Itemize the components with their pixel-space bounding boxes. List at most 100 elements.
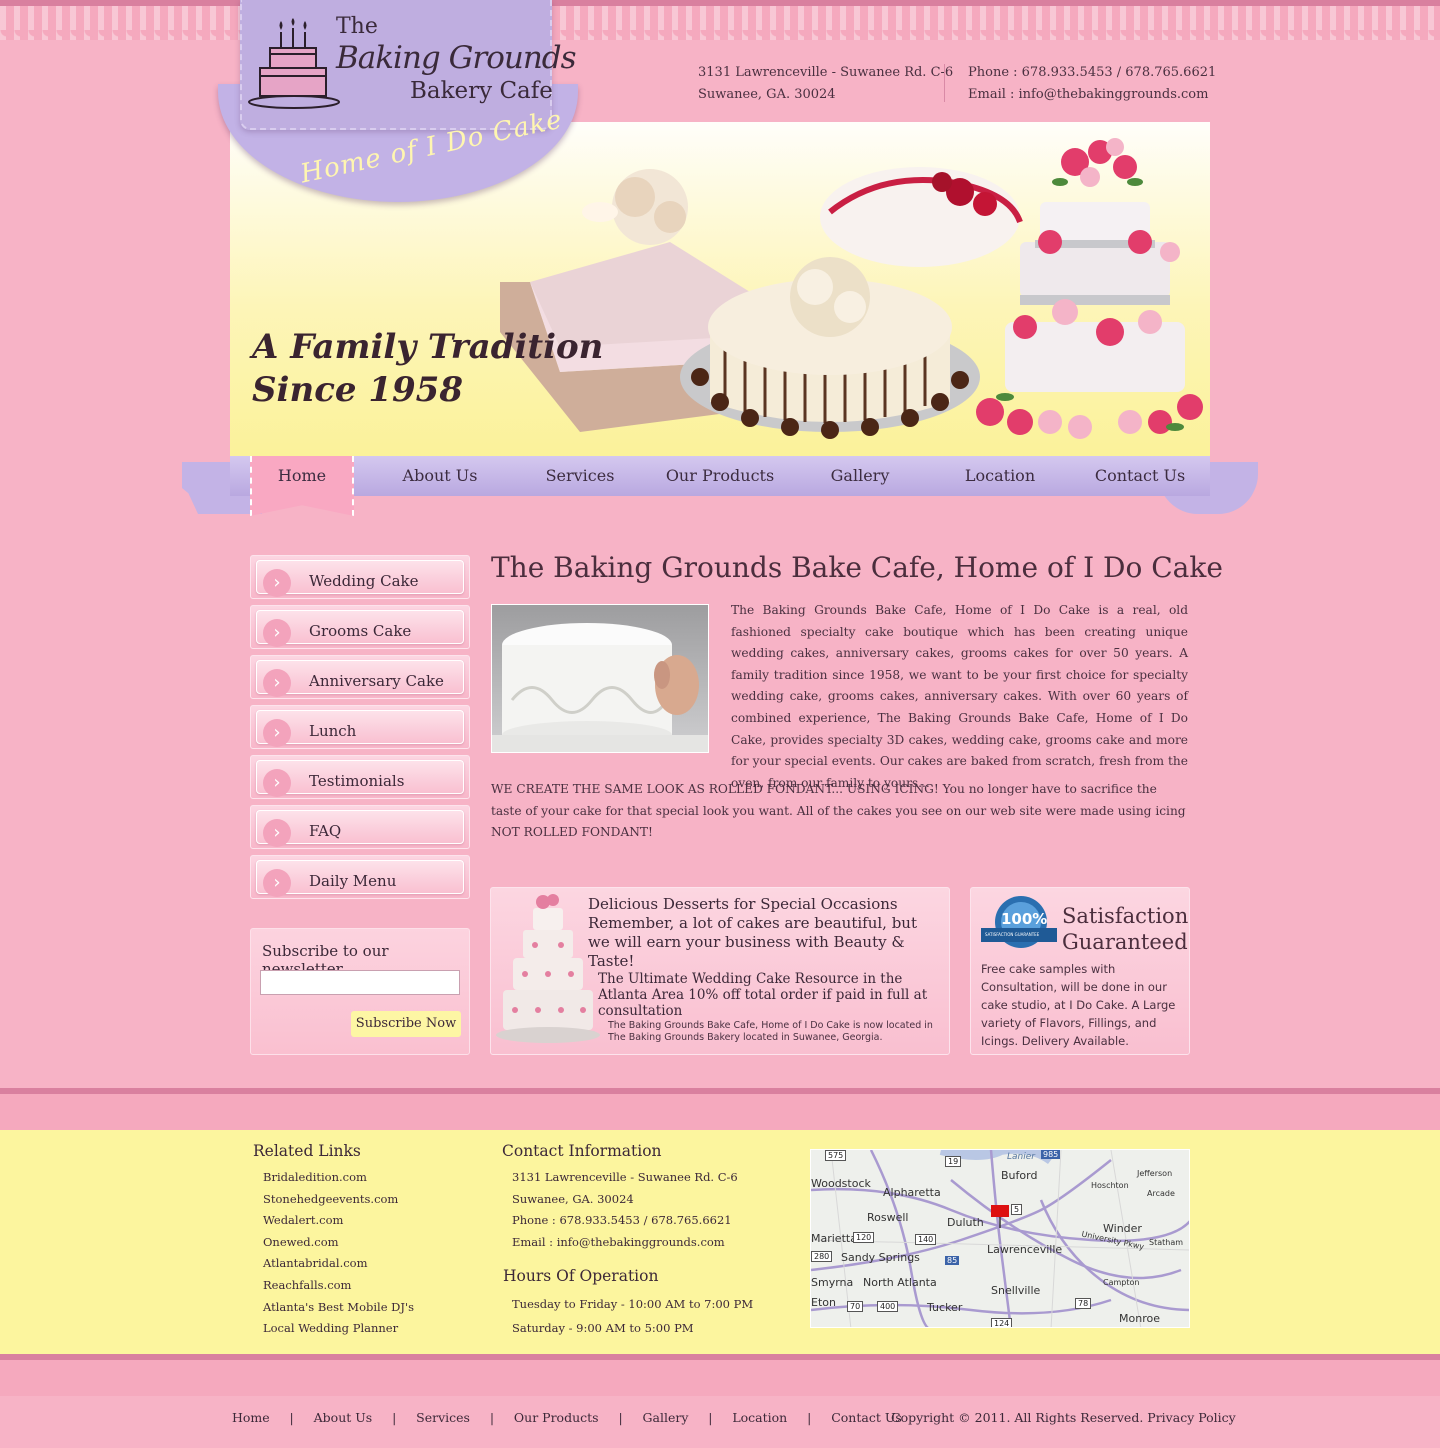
- contact-info-list: 3131 Lawrenceville - Suwanee Rd. C-6 Suw…: [512, 1167, 738, 1253]
- nav-our-products[interactable]: Our Products: [650, 456, 790, 496]
- cake-logo-icon: [248, 18, 340, 109]
- bottom-nav-separator: |: [372, 1410, 417, 1425]
- sidebar-item-testimonials[interactable]: › Testimonials: [250, 755, 470, 799]
- sidebar-item-faq[interactable]: › FAQ: [250, 805, 470, 849]
- header-address-line2: Suwanee, GA. 30024: [698, 87, 836, 102]
- header-phone: Phone : 678.933.5453 / 678.765.6621: [968, 65, 1217, 80]
- nav-gallery[interactable]: Gallery: [790, 456, 930, 496]
- header-email[interactable]: Email : info@thebakinggrounds.com: [968, 84, 1216, 106]
- hours-title: Hours Of Operation: [503, 1267, 659, 1285]
- sidebar-item-label: Anniversary Cake: [309, 672, 444, 690]
- related-link[interactable]: Bridaledition.com: [263, 1167, 414, 1189]
- contact-email[interactable]: Email : info@thebakinggrounds.com: [512, 1232, 738, 1254]
- chevron-right-icon: ›: [263, 769, 291, 797]
- page-title: The Baking Grounds Bake Cafe, Home of I …: [491, 551, 1223, 584]
- nav-services[interactable]: Services: [510, 456, 650, 496]
- main-nav: Home About Us Services Our Products Gall…: [230, 456, 1210, 516]
- road-shield-icon: 85: [945, 1256, 960, 1265]
- sidebar-item-grooms-cake[interactable]: › Grooms Cake: [250, 605, 470, 649]
- newsletter-email-input[interactable]: [260, 970, 460, 995]
- cake-decorating-photo: [491, 604, 709, 753]
- hours-weekday: Tuesday to Friday - 10:00 AM to 7:00 PM: [512, 1297, 754, 1311]
- contact-info-title: Contact Information: [502, 1142, 662, 1160]
- promo-offer: The Ultimate Wedding Cake Resource in th…: [598, 971, 928, 1019]
- bottom-nav-home[interactable]: Home: [232, 1410, 270, 1425]
- footer-lace-border: [0, 1088, 1440, 1139]
- bottom-nav-separator: |: [598, 1410, 643, 1425]
- header-address-line1: 3131 Lawrenceville - Suwanee Rd. C-6: [698, 65, 954, 80]
- header-divider: [944, 64, 945, 102]
- hours-list: Tuesday to Friday - 10:00 AM to 7:00 PM …: [512, 1292, 753, 1340]
- sidebar-item-lunch[interactable]: › Lunch: [250, 705, 470, 749]
- related-link[interactable]: Reachfalls.com: [263, 1275, 414, 1297]
- sidebar-item-label: Lunch: [309, 722, 357, 740]
- nav-about-us[interactable]: About Us: [370, 456, 510, 496]
- bottom-nav-services[interactable]: Services: [416, 1410, 470, 1425]
- promo-heading: Delicious Desserts for Special Occasions…: [588, 895, 917, 970]
- road-shield-icon: 140: [915, 1234, 937, 1245]
- bottom-nav-separator: |: [787, 1410, 832, 1425]
- related-link[interactable]: Local Wedding Planner: [263, 1318, 414, 1340]
- copyright: Copyright © 2011. All Rights Reserved. P…: [891, 1410, 1236, 1425]
- road-shield-icon: 78: [1075, 1298, 1092, 1309]
- bottom-nav-about-us[interactable]: About Us: [314, 1410, 373, 1425]
- promo-note: The Baking Grounds Bake Cafe, Home of I …: [608, 1020, 933, 1043]
- logo-bakery-cafe-text: Bakery Cafe: [410, 78, 553, 104]
- road-shield-icon: 19: [945, 1156, 962, 1167]
- contact-address-line2: Suwanee, GA. 30024: [512, 1191, 634, 1206]
- header-address: 3131 Lawrenceville - Suwanee Rd. C-6 Suw…: [698, 62, 953, 106]
- chevron-right-icon: ›: [263, 819, 291, 847]
- contact-phone: Phone : 678.933.5453 / 678.765.6621: [512, 1213, 732, 1228]
- bottom-nav-our-products[interactable]: Our Products: [514, 1410, 599, 1425]
- logo-the-text: The: [336, 14, 378, 39]
- road-shield-icon: 985: [1041, 1150, 1061, 1159]
- road-shield-icon: 124: [991, 1318, 1013, 1327]
- intro-paragraph: The Baking Grounds Bake Cafe, Home of I …: [731, 603, 1188, 790]
- road-shield-icon: 280: [811, 1251, 833, 1262]
- guarantee-text: Free cake samples with Consultation, wil…: [981, 962, 1176, 1048]
- chevron-right-icon: ›: [263, 869, 291, 897]
- banner-slogan: A Family Tradition Since 1958: [252, 326, 603, 412]
- related-link[interactable]: Onewed.com: [263, 1232, 414, 1254]
- chevron-right-icon: ›: [263, 669, 291, 697]
- top-lace-border: [0, 0, 1440, 40]
- sidebar-item-wedding-cake[interactable]: › Wedding Cake: [250, 555, 470, 599]
- desserts-promo-box: Delicious Desserts for Special Occasions…: [490, 887, 950, 1055]
- chevron-right-icon: ›: [263, 569, 291, 597]
- chevron-right-icon: ›: [263, 719, 291, 747]
- badge-percent-text: 100%: [1001, 910, 1048, 928]
- copyright-text: Copyright © 2011. All Rights Reserved.: [891, 1410, 1144, 1425]
- sidebar-item-anniversary-cake[interactable]: › Anniversary Cake: [250, 655, 470, 699]
- nav-contact-us[interactable]: Contact Us: [1070, 456, 1210, 496]
- bottom-lace-border: [0, 1354, 1440, 1396]
- bottom-nav-location[interactable]: Location: [732, 1410, 787, 1425]
- related-link[interactable]: Atlanta's Best Mobile DJ's: [263, 1297, 414, 1319]
- privacy-policy-link[interactable]: Privacy Policy: [1147, 1410, 1235, 1425]
- nav-home[interactable]: Home: [250, 456, 354, 516]
- nav-location[interactable]: Location: [930, 456, 1070, 496]
- location-map[interactable]: Lanier Buford Jefferson Woodstock Alphar…: [810, 1149, 1190, 1328]
- contact-address-line1: 3131 Lawrenceville - Suwanee Rd. C-6: [512, 1170, 738, 1184]
- hours-saturday: Saturday - 9:00 AM to 5:00 PM: [512, 1321, 694, 1335]
- road-shield-icon: 575: [825, 1150, 847, 1161]
- bottom-nav-separator: |: [688, 1410, 733, 1425]
- related-links-title: Related Links: [253, 1142, 361, 1160]
- bottom-nav-gallery[interactable]: Gallery: [643, 1410, 689, 1425]
- satisfaction-guarantee-box: 100% SATISFACTION GUARANTEE Satisfaction…: [970, 887, 1190, 1055]
- map-road-shields: 575 19 985 5 120 140 85 280 70 400 78 12…: [811, 1150, 1189, 1327]
- road-shield-icon: 5: [1011, 1204, 1023, 1215]
- guarantee-heading-line1: Satisfaction: [1062, 904, 1189, 928]
- road-shield-icon: 120: [853, 1232, 875, 1243]
- guarantee-heading: Satisfaction Guaranteed: [1062, 903, 1188, 955]
- road-shield-icon: 400: [877, 1301, 899, 1312]
- related-link[interactable]: Stonehedgeevents.com: [263, 1189, 414, 1211]
- related-link[interactable]: Atlantabridal.com: [263, 1253, 414, 1275]
- bottom-nav-separator: |: [469, 1410, 514, 1425]
- header-contact: Phone : 678.933.5453 / 678.765.6621 Emai…: [968, 62, 1216, 106]
- road-shield-icon: 70: [847, 1301, 864, 1312]
- related-link[interactable]: Wedalert.com: [263, 1210, 414, 1232]
- main-nav-ribbon: Home About Us Services Our Products Gall…: [182, 456, 1258, 516]
- sidebar-item-label: Daily Menu: [309, 872, 397, 890]
- subscribe-button[interactable]: Subscribe Now: [351, 1011, 461, 1037]
- sidebar-item-daily-menu[interactable]: › Daily Menu: [250, 855, 470, 899]
